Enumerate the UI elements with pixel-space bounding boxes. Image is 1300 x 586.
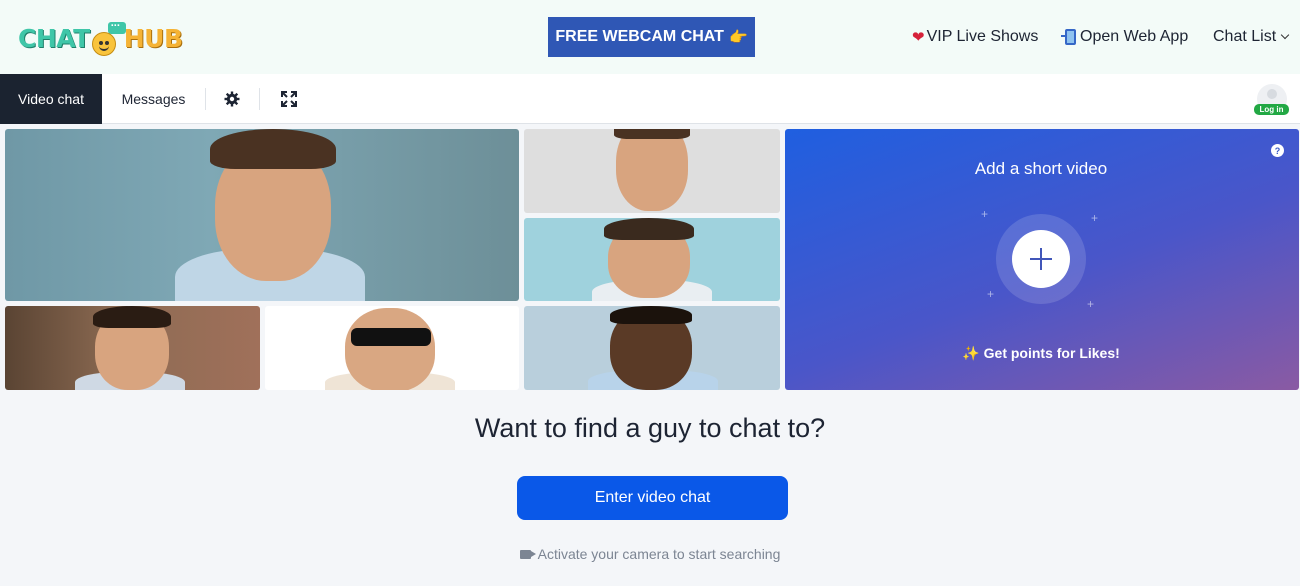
vip-live-shows-link[interactable]: ❤ VIP Live Shows [912, 28, 1038, 46]
pointing-hand-icon: 👉 [728, 29, 748, 46]
open-web-app-link[interactable]: Open Web App [1061, 28, 1189, 46]
heart-icon: ❤ [912, 29, 925, 46]
profile-photo [265, 306, 519, 390]
phone-icon [1061, 29, 1076, 45]
fullscreen-icon[interactable] [281, 91, 297, 107]
profile-photo [524, 218, 780, 301]
logo-text-hub: HUB [123, 23, 183, 53]
sparkle-icon: + [1087, 297, 1095, 311]
help-icon[interactable]: ? [1271, 144, 1284, 157]
video-camera-icon [519, 549, 536, 559]
chevron-down-icon [1280, 30, 1290, 40]
sparkles-icon: ✨ [962, 345, 980, 361]
top-header: CHAT HUB FREE WEBCAM CHAT 👉 ❤ VIP Live S… [0, 0, 1300, 74]
tab-divider [259, 88, 260, 110]
profile-photo-large [5, 129, 519, 301]
profile-photo [5, 306, 260, 390]
camera-hint-text: Activate your camera to start searching [537, 546, 781, 562]
free-webcam-chat-label: FREE WEBCAM CHAT [555, 28, 724, 45]
chat-list-dropdown[interactable]: Chat List [1213, 28, 1290, 46]
camera-hint: Activate your camera to start searching [0, 546, 1300, 562]
add-video-button[interactable] [1012, 230, 1070, 288]
tab-bar: Video chat Messages Log in [0, 74, 1300, 124]
promo-points: ✨ Get points for Likes! [785, 345, 1297, 362]
promo-title: Add a short video [974, 159, 1108, 178]
chathub-logo[interactable]: CHAT HUB [18, 16, 183, 60]
tab-video-chat[interactable]: Video chat [0, 74, 102, 124]
free-webcam-chat-button[interactable]: FREE WEBCAM CHAT 👉 [548, 17, 755, 57]
profile-photo [524, 306, 780, 390]
log-in-badge[interactable]: Log in [1254, 104, 1289, 115]
tab-divider [205, 88, 206, 110]
enter-video-chat-button[interactable]: Enter video chat [517, 476, 788, 520]
settings-gear-icon[interactable] [224, 91, 240, 107]
add-short-video-panel: Add a short video ? + + + + ✨ Get points … [785, 129, 1299, 390]
chat-list-label: Chat List [1213, 28, 1277, 45]
vip-live-shows-label: VIP Live Shows [926, 28, 1039, 45]
tab-messages[interactable]: Messages [102, 74, 205, 124]
logo-text-chat: CHAT [18, 23, 90, 53]
profile-photo [524, 129, 780, 213]
page-headline: Want to find a guy to chat to? [474, 413, 826, 443]
open-web-app-label: Open Web App [1080, 28, 1189, 45]
get-points-label: Get points for Likes! [983, 345, 1120, 361]
sparkle-icon: + [987, 287, 995, 301]
sparkle-icon: + [1091, 211, 1099, 225]
sparkle-icon: + [981, 207, 989, 221]
logo-smiley-icon [91, 17, 126, 56]
